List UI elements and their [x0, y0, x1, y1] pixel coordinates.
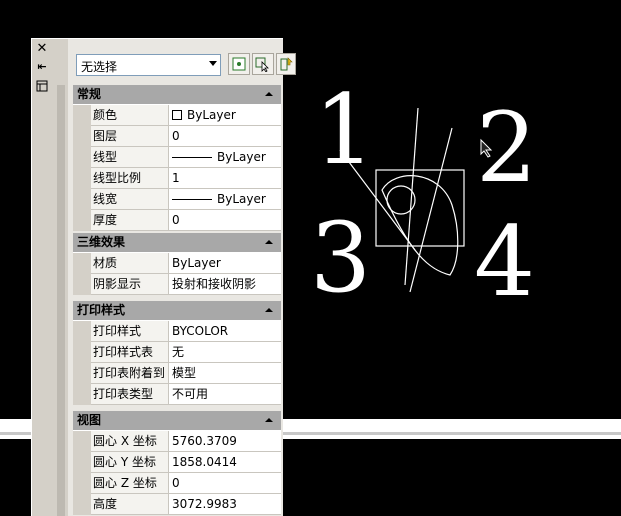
prop-value[interactable]: ByLayer: [169, 105, 281, 126]
close-icon[interactable]: ✕: [35, 42, 49, 56]
scroll-strip: [51, 39, 68, 516]
scrollbar[interactable]: [57, 85, 65, 516]
section-plot-header[interactable]: 打印样式: [73, 301, 281, 321]
prop-value[interactable]: 模型: [169, 363, 281, 384]
section-3d-header[interactable]: 三维效果: [73, 233, 281, 253]
prop-row-layer[interactable]: 图层 0: [73, 126, 281, 147]
prop-value[interactable]: ByLayer: [169, 147, 281, 168]
prop-row-linetype-scale[interactable]: 线型比例 1: [73, 168, 281, 189]
section-view-header[interactable]: 视图: [73, 411, 281, 431]
label-three: 3: [310, 202, 372, 314]
selection-dropdown[interactable]: 无选择: [76, 54, 221, 76]
quick-select-icon: [280, 57, 293, 71]
autohide-icon[interactable]: ⇤: [35, 60, 49, 74]
section-3d-title: 三维效果: [77, 235, 126, 249]
prop-key: 圆心 Y 坐标: [91, 452, 169, 473]
quick-select-button[interactable]: [276, 53, 296, 75]
collapse-icon: [265, 240, 273, 244]
prop-row-plot-style[interactable]: 打印样式 BYCOLOR: [73, 321, 281, 342]
prop-key: 圆心 X 坐标: [91, 431, 169, 452]
prop-value[interactable]: 0: [169, 473, 281, 494]
section-general-header[interactable]: 常规: [73, 85, 281, 105]
prop-key: 线型比例: [91, 168, 169, 189]
section-view: 视图 圆心 X 坐标 5760.3709 圆心 Y 坐标 1858.0414 圆…: [73, 411, 281, 515]
linetype-icon: [172, 156, 212, 158]
prop-key: 线宽: [91, 189, 169, 210]
prop-key: 阴影显示: [91, 274, 169, 295]
prop-value[interactable]: 1858.0414: [169, 452, 281, 473]
curve-shape[interactable]: [381, 175, 459, 276]
prop-key: 厚度: [91, 210, 169, 231]
prop-value[interactable]: 投射和接收阴影: [169, 274, 281, 295]
prop-row-center-y[interactable]: 圆心 Y 坐标 1858.0414: [73, 452, 281, 473]
prop-value[interactable]: 1: [169, 168, 281, 189]
selection-value: 无选择: [81, 60, 118, 74]
prop-row-shadow[interactable]: 阴影显示 投射和接收阴影: [73, 274, 281, 295]
section-plot-title: 打印样式: [77, 303, 126, 317]
vertical-line[interactable]: [404, 107, 419, 286]
color-swatch-icon: [172, 110, 182, 120]
collapse-icon: [265, 92, 273, 96]
prop-value[interactable]: 3072.9983: [169, 494, 281, 515]
prop-row-plot-attached[interactable]: 打印表附着到 模型: [73, 363, 281, 384]
label-two: 2: [476, 92, 538, 204]
prop-row-linetype[interactable]: 线型 ByLayer: [73, 147, 281, 168]
prop-value[interactable]: ByLayer: [169, 189, 281, 210]
lineweight-icon: [172, 198, 212, 200]
prop-value[interactable]: 0: [169, 126, 281, 147]
collapse-icon: [265, 418, 273, 422]
slanted-line[interactable]: [409, 127, 453, 293]
prop-row-height[interactable]: 高度 3072.9983: [73, 494, 281, 515]
select-objects-button[interactable]: [252, 53, 274, 75]
properties-icon[interactable]: [35, 80, 49, 94]
chevron-down-icon: [209, 61, 217, 66]
prop-key: 打印表附着到: [91, 363, 169, 384]
prop-key: 高度: [91, 494, 169, 515]
prop-value[interactable]: 不可用: [169, 384, 281, 405]
prop-row-material[interactable]: 材质 ByLayer: [73, 253, 281, 274]
prop-row-plot-table[interactable]: 打印样式表 无: [73, 342, 281, 363]
section-plot-style: 打印样式 打印样式 BYCOLOR 打印样式表 无 打印表附着到 模型 打印表类…: [73, 301, 281, 405]
prop-row-thickness[interactable]: 厚度 0: [73, 210, 281, 231]
prop-key: 打印表类型: [91, 384, 169, 405]
prop-value[interactable]: BYCOLOR: [169, 321, 281, 342]
section-general-title: 常规: [77, 87, 102, 101]
prop-value[interactable]: 0: [169, 210, 281, 231]
prop-key: 图层: [91, 126, 169, 147]
prop-key: 打印样式: [91, 321, 169, 342]
properties-content: 无选择 常规 颜色 ByLayer 图层 0 线型 ByLayer 线型比例 1…: [68, 39, 296, 516]
prop-key: 颜色: [91, 105, 169, 126]
prop-row-lineweight[interactable]: 线宽 ByLayer: [73, 189, 281, 210]
toggle-pickadd-button[interactable]: [228, 53, 250, 75]
prop-key: 圆心 Z 坐标: [91, 473, 169, 494]
section-view-title: 视图: [77, 413, 102, 427]
section-3d-effects: 三维效果 材质 ByLayer 阴影显示 投射和接收阴影: [73, 233, 281, 295]
prop-key: 线型: [91, 147, 169, 168]
collapse-icon: [265, 308, 273, 312]
properties-palette: ✕ ⇤ 无选择 常规 颜色 ByLayer 图层 0 线型 ByLayer 线型…: [31, 38, 296, 516]
section-general: 常规 颜色 ByLayer 图层 0 线型 ByLayer 线型比例 1 线宽 …: [73, 85, 281, 231]
select-objects-icon: [255, 57, 269, 72]
prop-row-center-z[interactable]: 圆心 Z 坐标 0: [73, 473, 281, 494]
label-four: 4: [474, 206, 536, 318]
prop-key: 材质: [91, 253, 169, 274]
label-one: 1: [314, 74, 376, 186]
prop-value[interactable]: ByLayer: [169, 253, 281, 274]
prop-key: 打印样式表: [91, 342, 169, 363]
toggle-pickadd-icon: [232, 57, 246, 71]
palette-title-strip[interactable]: ✕ ⇤: [32, 39, 51, 516]
prop-row-center-x[interactable]: 圆心 X 坐标 5760.3709: [73, 431, 281, 452]
prop-value[interactable]: 5760.3709: [169, 431, 281, 452]
prop-row-plot-type[interactable]: 打印表类型 不可用: [73, 384, 281, 405]
prop-value[interactable]: 无: [169, 342, 281, 363]
prop-row-color[interactable]: 颜色 ByLayer: [73, 105, 281, 126]
